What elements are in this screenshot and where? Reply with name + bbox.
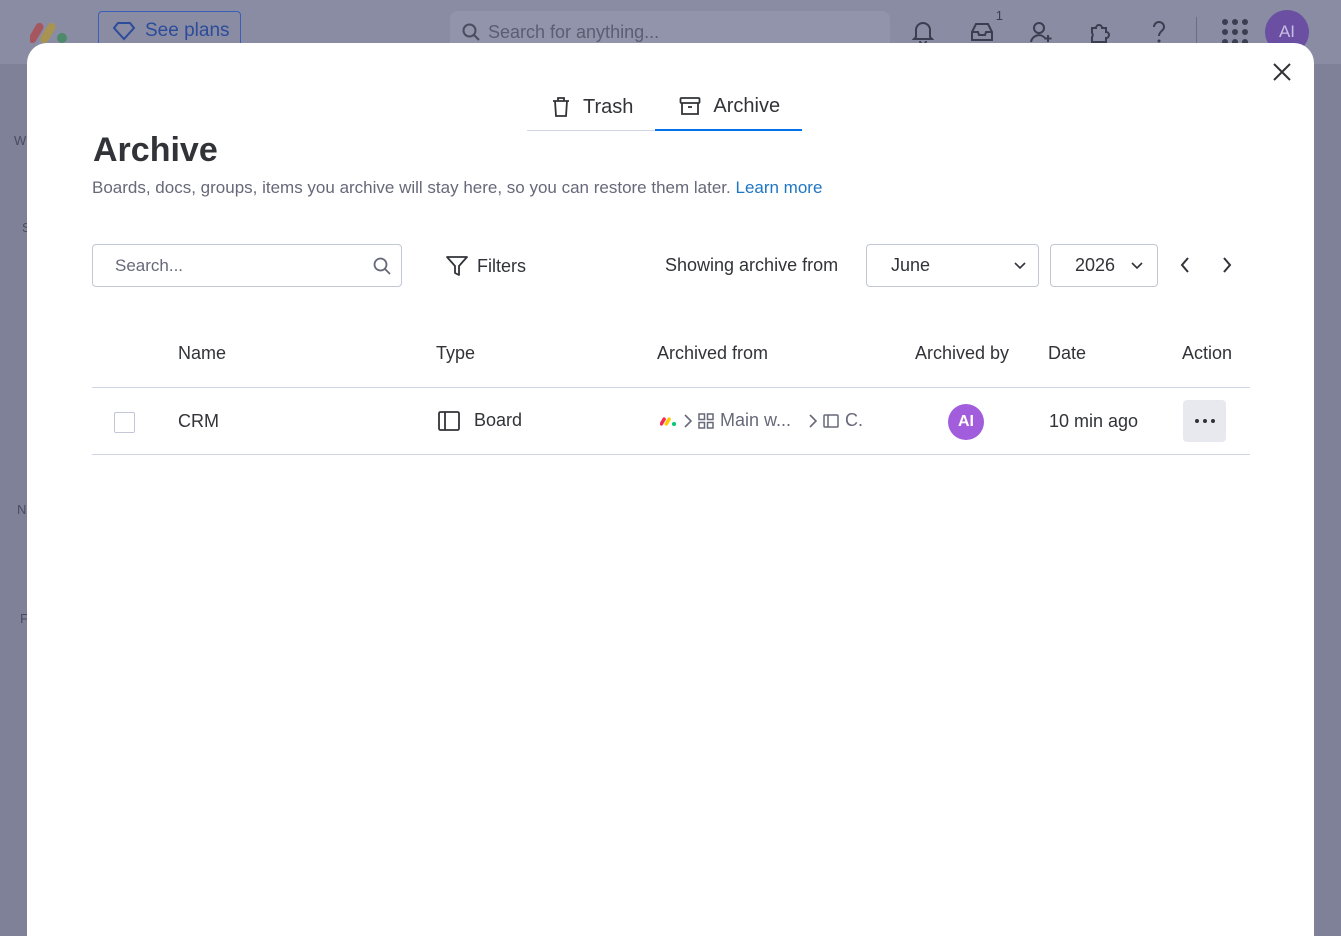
column-header-archived-by: Archived by [915,343,1010,363]
more-dot [1194,419,1199,423]
row-actions-button[interactable] [1183,400,1226,442]
chevron-down-icon [1014,261,1026,269]
year-value: 2026 [1075,255,1116,275]
archive-table: Name Type Archived from Archived by Date… [92,326,1250,455]
row-type-label: Board [474,410,523,430]
row-name: CRM [178,411,219,431]
workspace-grid-icon [698,412,714,429]
search-icon [462,23,480,41]
global-search-placeholder: Search for anything... [488,21,660,42]
chevron-left-icon [1180,257,1189,273]
archive-modal: Trash Archive Archive Boards, docs, grou… [27,43,1314,936]
column-header-archived-from: Archived from [657,343,769,363]
tab-archive-label: Archive [713,94,781,117]
trash-icon [553,97,569,117]
description-text: Boards, docs, groups, items you archive … [92,178,731,197]
close-icon [1273,63,1291,81]
month-value: June [891,255,931,275]
tab-trash[interactable]: Trash [527,83,655,131]
search-input[interactable] [115,255,355,276]
archive-box-icon [679,97,701,115]
filter-icon [446,256,468,276]
chevron-right-icon [1223,257,1232,273]
row-type: Board [438,410,522,431]
diamond-icon [113,22,135,41]
breadcrumb-board: C. [845,410,864,430]
row-checkbox[interactable] [114,412,135,433]
board-icon [438,410,460,431]
tab-archive[interactable]: Archive [655,83,803,131]
archived-from-breadcrumb[interactable]: Main w... C. [660,410,863,431]
sidebar-letter: N [17,502,27,517]
search-icon [373,257,391,275]
chevron-right-icon [809,413,818,428]
monday-logo-icon [30,22,67,44]
column-header-action: Action [1182,343,1233,363]
trash-archive-tabs: Trash Archive [527,83,803,131]
see-plans-label: See plans [145,20,230,41]
row-date: 10 min ago [1049,411,1139,431]
filters-label: Filters [477,255,526,276]
next-month-button[interactable] [1212,250,1242,280]
filters-button[interactable]: Filters [445,250,526,282]
table-row: CRM Board Main w... C. AI 10 min ago [92,388,1250,455]
chevron-down-icon [1131,261,1143,269]
more-dot [1202,419,1207,423]
archive-search[interactable] [92,244,402,287]
sidebar-letter: W [14,133,27,148]
column-header-name: Name [178,343,227,363]
monday-logo-icon [660,416,676,426]
breadcrumb-workspace: Main w... [720,410,792,430]
chevron-right-icon [684,413,692,428]
previous-month-button[interactable] [1170,250,1200,280]
year-select[interactable]: 2026 [1050,244,1158,287]
month-select[interactable]: June [866,244,1039,287]
learn-more-link[interactable]: Learn more [735,178,822,197]
showing-archive-label: Showing archive from [665,255,839,275]
column-header-date: Date [1048,343,1087,363]
archived-by-avatar: AI [948,404,984,440]
more-dot [1210,419,1215,423]
column-header-type: Type [436,343,476,363]
board-icon [823,413,839,428]
page-description: Boards, docs, groups, items you archive … [92,178,822,198]
close-button[interactable] [1265,55,1299,89]
table-header: Name Type Archived from Archived by Date… [92,326,1250,388]
tab-trash-label: Trash [583,95,634,118]
page-title: Archive [93,131,218,169]
inbox-badge: 1 [995,8,1003,23]
